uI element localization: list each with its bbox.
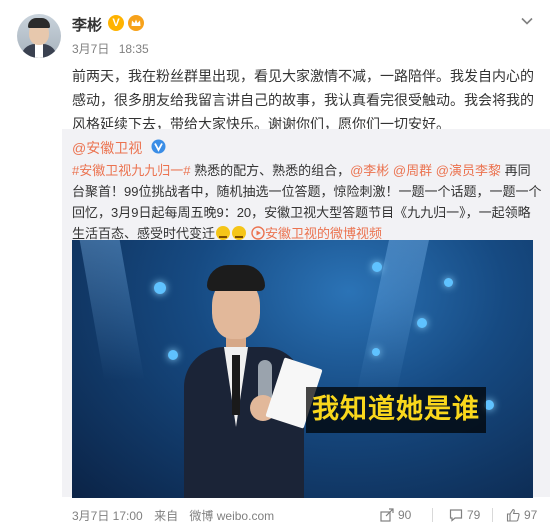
post-date[interactable]: 3月7日 (72, 42, 109, 56)
repost-link-2[interactable]: @李彬 (350, 163, 389, 178)
repost-link-0[interactable]: #安徽卫视九九归一# (72, 163, 190, 178)
crown-icon[interactable] (128, 15, 144, 31)
repost-card: @安徽卫视 #安徽卫视九九归一# 熟悉的配方、熟悉的组合，@李彬 @周群 @演员… (62, 129, 550, 498)
thumbs-up-emoji-icon-2 (232, 226, 247, 240)
author-name[interactable]: 李彬 (72, 14, 102, 35)
comment-button[interactable]: 79 (449, 505, 480, 525)
stage-light-dot (417, 318, 427, 328)
repost-text-segment-1: 熟悉的配方、熟悉的组合， (190, 163, 351, 178)
source-link[interactable]: 微博 weibo.com (189, 509, 274, 523)
divider (492, 508, 493, 522)
repost-text: #安徽卫视九九归一# 熟悉的配方、熟悉的组合，@李彬 @周群 @演员李黎 再同台… (72, 160, 542, 244)
avatar-hair (28, 18, 50, 28)
post-time[interactable]: 18:35 (119, 42, 149, 56)
comment-icon (449, 509, 463, 522)
repost-date[interactable]: 3月7日 17:00 (72, 509, 143, 523)
stage-light-dot (372, 348, 380, 356)
like-button[interactable]: 97 (506, 505, 537, 525)
comment-count: 79 (467, 508, 481, 522)
video-play-icon[interactable] (251, 226, 265, 240)
video-subtitle: 我知道她是谁 (306, 387, 486, 433)
chevron-down-icon[interactable] (520, 14, 534, 28)
repost-link-6[interactable]: @演员李黎 (436, 163, 501, 178)
author-avatar[interactable] (17, 14, 61, 58)
source-prefix: 来自 (154, 509, 179, 523)
avatar-shirt (35, 44, 43, 58)
divider (432, 508, 433, 522)
share-button[interactable]: 90 (380, 505, 411, 525)
post-body-text: 前两天，我在粉丝群里出现，看见大家激情不减，一路陪伴。我发自内心的感动，很多朋友… (72, 68, 534, 132)
thumbs-up-emoji-icon (216, 226, 231, 240)
repost-link-4[interactable]: @周群 (393, 163, 432, 178)
post-footer: 3月7日 17:00 来自 微博 weibo.com 90 79 97 (72, 500, 550, 530)
verified-badge-icon[interactable]: V (108, 15, 124, 31)
repost-author-link[interactable]: @安徽卫视 (72, 138, 142, 158)
share-count: 90 (398, 508, 412, 522)
video-player[interactable]: 我知道她是谁 (72, 240, 533, 498)
stage-light-dot (168, 350, 178, 360)
thumbs-up-icon (506, 508, 520, 522)
blue-verified-icon (151, 139, 166, 154)
share-icon (380, 508, 394, 522)
stage-light-dot (444, 278, 453, 287)
post-meta: 3月7日 18:35 (72, 40, 155, 57)
stage-light-dot (372, 262, 382, 272)
video-link[interactable]: 安徽卫视的微博视频 (265, 226, 382, 241)
stage-light (79, 240, 145, 380)
stage-light-dot (154, 282, 166, 294)
weibo-post: 李彬 V 3月7日 18:35 前两天，我在粉丝群里出现，看见大家激情不减，一路… (0, 0, 550, 530)
like-count: 97 (524, 508, 538, 522)
